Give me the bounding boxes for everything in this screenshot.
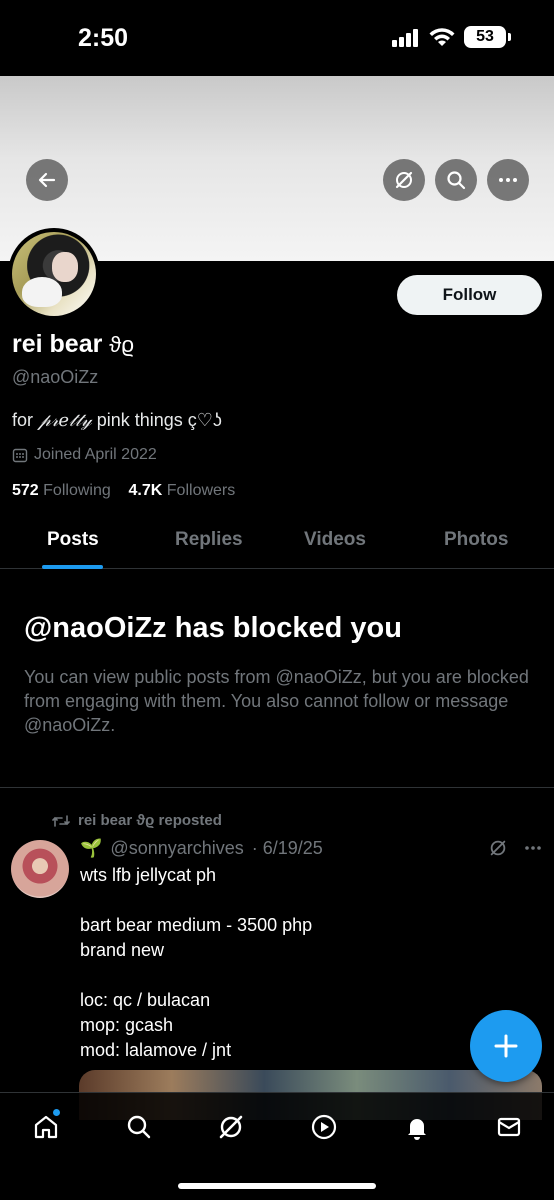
more-icon <box>499 178 517 182</box>
home-icon <box>34 1115 58 1139</box>
joined-date: Joined April 2022 <box>12 446 157 464</box>
blocked-title: @naoOiZz has blocked you <box>24 612 402 644</box>
battery-icon: 53 <box>464 26 511 48</box>
nav-video[interactable] <box>304 1107 344 1147</box>
signal-icon <box>392 29 422 47</box>
nav-search[interactable] <box>119 1107 159 1147</box>
joined-text: Joined April 2022 <box>34 446 157 463</box>
search-icon <box>127 1115 151 1139</box>
grok-button[interactable] <box>383 159 425 201</box>
search-button[interactable] <box>435 159 477 201</box>
profile-name: rei bear ϑϱ <box>12 330 134 358</box>
follow-button[interactable]: Follow <box>397 275 542 315</box>
profile-handle: @naoOiZz <box>12 367 99 387</box>
following-link[interactable]: 572 Following <box>12 482 111 499</box>
status-bar: 2:50 53 <box>0 0 554 76</box>
grok-icon <box>219 1115 243 1139</box>
repost-indicator: rei bear ϑϱ reposted <box>52 812 222 829</box>
arrow-left-icon <box>38 172 56 188</box>
profile-banner <box>0 76 554 261</box>
compose-button[interactable] <box>470 1010 542 1082</box>
post-more-icon[interactable] <box>524 845 542 851</box>
more-button[interactable] <box>487 159 529 201</box>
post-date: · 6/19/25 <box>251 838 323 858</box>
tab-videos[interactable]: Videos <box>304 529 366 551</box>
profile-tabs: Posts Replies Videos Photos <box>0 515 554 569</box>
nav-home[interactable] <box>26 1107 66 1147</box>
repost-label: rei bear ϑϱ reposted <box>78 812 222 829</box>
post-author-handle[interactable]: @sonnyarchives <box>110 838 243 859</box>
nav-notifications[interactable] <box>397 1107 437 1147</box>
post-actions <box>488 838 542 858</box>
mail-icon <box>497 1117 521 1137</box>
blocked-description: You can view public posts from @naoOiZz,… <box>24 667 529 735</box>
avatar-image <box>12 232 96 316</box>
tab-posts[interactable]: Posts <box>47 529 99 551</box>
grok-icon[interactable] <box>488 838 508 858</box>
repost-icon <box>52 814 70 827</box>
post-text: wts lfb jellycat ph bart bear medium - 3… <box>80 865 313 1060</box>
profile-avatar[interactable] <box>8 228 100 320</box>
post-meta: 🌱 @sonnyarchives · 6/19/25 <box>80 838 323 859</box>
home-indicator <box>178 1183 376 1189</box>
active-tab-indicator <box>42 565 103 569</box>
followers-link[interactable]: 4.7K Followers <box>129 482 236 499</box>
plus-icon <box>494 1034 518 1058</box>
status-time: 2:50 <box>78 24 129 52</box>
search-icon <box>447 171 466 190</box>
notification-dot <box>53 1109 60 1116</box>
grok-icon <box>395 171 413 189</box>
calendar-icon <box>12 448 28 463</box>
tab-photos[interactable]: Photos <box>444 529 508 551</box>
follow-stats: 572 Following 4.7K Followers <box>12 482 235 500</box>
divider <box>0 787 554 788</box>
tab-replies[interactable]: Replies <box>175 529 243 551</box>
wifi-icon <box>429 28 455 46</box>
nav-messages[interactable] <box>489 1107 529 1147</box>
profile-bio: for 𝓅𝓇𝑒𝓉𝓉𝓎 pink things ç♡ʖ <box>12 410 222 431</box>
post-author-avatar[interactable] <box>11 840 69 898</box>
back-button[interactable] <box>26 159 68 201</box>
play-icon <box>311 1114 337 1140</box>
sprout-icon: 🌱 <box>80 838 103 858</box>
nav-grok[interactable] <box>211 1107 251 1147</box>
bell-icon <box>408 1119 426 1140</box>
